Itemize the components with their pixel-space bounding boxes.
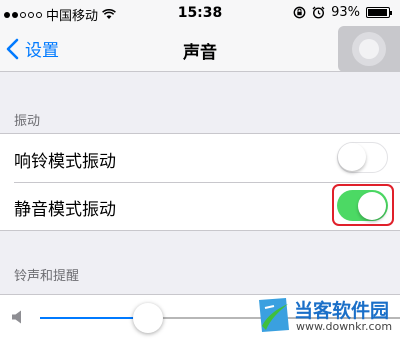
status-bar: 中国移动 15:38 93% — [0, 0, 400, 26]
highlight-box — [332, 184, 394, 226]
ring-vibrate-toggle[interactable] — [337, 142, 388, 173]
watermark-title: 当客软件园 — [294, 300, 390, 322]
rotation-lock-icon — [293, 6, 306, 19]
alarm-icon — [312, 6, 325, 19]
volume-slider-thumb[interactable] — [133, 303, 163, 333]
row-silent-vibrate: 静音模式振动 — [0, 182, 400, 230]
section-header-vibrate: 振动 — [14, 114, 41, 129]
watermark-logo-icon — [259, 298, 289, 332]
ring-vibrate-label: 响铃模式振动 — [14, 152, 116, 172]
section-header-ringer: 铃声和提醒 — [14, 269, 80, 284]
watermark: 当客软件园 www.downkr.com — [256, 296, 396, 338]
row-ring-vibrate: 响铃模式振动 — [0, 134, 400, 182]
assistive-touch-button[interactable] — [338, 26, 400, 72]
battery-icon — [366, 7, 392, 18]
silent-vibrate-label: 静音模式振动 — [14, 200, 116, 220]
vibrate-group: 响铃模式振动 静音模式振动 — [0, 133, 400, 231]
watermark-url: www.downkr.com — [296, 320, 393, 333]
volume-slider-fill — [40, 317, 148, 319]
battery-percentage: 93% — [331, 5, 360, 20]
speaker-low-icon — [12, 310, 21, 324]
status-right: 93% — [293, 5, 392, 20]
